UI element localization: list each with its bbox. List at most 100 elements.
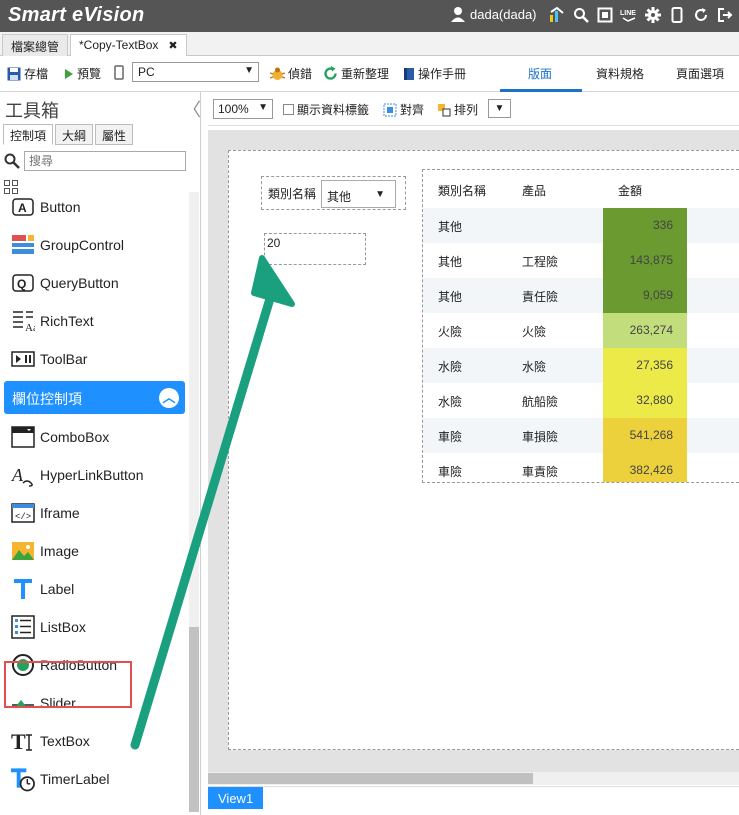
tool-textbox[interactable]: T TextBox	[10, 728, 90, 754]
tool-listbox[interactable]: ListBox	[10, 614, 86, 640]
mobile-icon[interactable]	[668, 5, 686, 25]
chart-icon[interactable]	[548, 5, 566, 25]
search-input[interactable]	[24, 151, 186, 171]
refresh-icon[interactable]	[692, 5, 710, 25]
search-icon[interactable]	[572, 5, 590, 25]
manual-label: 操作手冊	[418, 67, 467, 81]
tab-data-spec[interactable]: 資料規格	[596, 65, 644, 82]
arrange-button[interactable]: 排列	[437, 101, 478, 118]
tab-copy-textbox[interactable]: *Copy-TextBox ✖	[70, 34, 187, 56]
tool-toolbar[interactable]: ToolBar	[10, 346, 87, 372]
caret-down-icon: ▼	[258, 102, 268, 113]
align-button[interactable]: 對齊	[383, 101, 424, 118]
svg-text:Q: Q	[17, 277, 26, 291]
show-labels-label: 顯示資料標籤	[297, 103, 370, 117]
category-cell: 其他	[438, 220, 463, 234]
tool-label: Iframe	[40, 505, 80, 521]
tab-properties[interactable]: 屬性	[95, 124, 134, 145]
zoom-select[interactable]: 100% ▼	[213, 99, 273, 119]
tab-label: *Copy-TextBox	[79, 38, 159, 52]
amount-cell: 336	[603, 208, 687, 243]
reload-button[interactable]: 重新整理	[323, 65, 389, 82]
tool-rich-text[interactable]: Aa RichText	[10, 308, 94, 334]
svg-text:T: T	[11, 729, 26, 753]
tab-layout[interactable]: 版面	[528, 65, 552, 82]
show-labels-toggle[interactable]: 顯示資料標籤	[283, 101, 369, 118]
chevron-up-icon[interactable]: ︿	[159, 388, 179, 408]
tool-group-control[interactable]: GroupControl	[10, 232, 124, 258]
caret-down-icon: ▼	[244, 65, 254, 76]
manual-button[interactable]: 操作手冊	[403, 65, 466, 82]
button-icon: A	[10, 195, 35, 220]
reload-label: 重新整理	[341, 67, 390, 81]
table-row: 其他 責任險 9,059	[423, 278, 739, 313]
listbox-icon	[10, 615, 35, 640]
debug-button[interactable]: 偵錯	[270, 65, 312, 82]
combo-value: 其他	[327, 190, 352, 204]
tool-label: GroupControl	[40, 237, 125, 253]
tool-label: Label	[40, 581, 75, 597]
device-select[interactable]: PC ▼	[132, 62, 259, 82]
fullscreen-icon[interactable]	[596, 5, 614, 25]
svg-text:A: A	[11, 465, 24, 485]
user-menu[interactable]: dada(dada)	[450, 6, 537, 22]
toolbox-scrollbar-thumb[interactable]	[189, 627, 199, 812]
zoom-value: 100%	[218, 102, 249, 116]
amount-cell: 382,426	[603, 453, 687, 482]
combobox-icon	[10, 425, 35, 450]
arrange-label: 排列	[454, 103, 479, 117]
textbox-widget[interactable]: 20	[264, 233, 366, 265]
product-cell: 車責險	[522, 465, 559, 479]
title-bar: Smart eVision dada(dada) LINE	[0, 0, 739, 32]
line-icon[interactable]: LINE	[620, 5, 638, 25]
tool-hyperlink-button[interactable]: A HyperLinkButton	[10, 462, 144, 488]
gear-icon[interactable]	[644, 5, 662, 25]
data-table-widget[interactable]: 類別名稱 產品 金額 其他 336 其他 工程險 143,875 其他 責任險 9,059 火險…	[422, 169, 739, 483]
image-icon	[10, 539, 35, 564]
arrange-dropdown[interactable]: ▼	[488, 99, 511, 118]
product-cell: 航船險	[522, 395, 559, 409]
checkbox[interactable]	[283, 104, 294, 115]
combo-label: 類別名稱	[268, 187, 317, 201]
table-row: 其他 工程險 143,875	[423, 243, 739, 278]
timer-label-highlight	[4, 661, 132, 708]
amount-cell: 27,356	[603, 348, 687, 383]
product-cell: 車損險	[522, 430, 559, 444]
canvas-toolbar: 100% ▼ 顯示資料標籤 對齊 排列 ▼	[208, 92, 739, 126]
save-button[interactable]: 存檔	[7, 65, 48, 82]
toolbox-title: 工具箱	[5, 101, 59, 121]
amount-cell: 541,268	[603, 418, 687, 453]
play-icon	[65, 68, 73, 79]
user-name: dada(dada)	[470, 6, 537, 22]
column-header: 產品	[522, 184, 547, 198]
rich-text-icon: Aa	[10, 309, 35, 334]
tool-button[interactable]: A Button	[10, 194, 80, 220]
tool-label: RichText	[40, 313, 94, 329]
tool-combobox[interactable]: ComboBox	[10, 424, 109, 450]
mobile-device-icon[interactable]	[114, 65, 124, 80]
category-cell: 火險	[438, 325, 463, 339]
logout-icon[interactable]	[716, 5, 734, 25]
combo-select[interactable]: 其他 ▼	[321, 180, 396, 208]
tab-file-explorer[interactable]: 檔案總管	[2, 34, 69, 56]
tab-view1[interactable]: View1	[208, 787, 263, 809]
tab-outline[interactable]: 大綱	[55, 124, 94, 145]
table-row: 水險 水險 27,356	[423, 348, 739, 383]
tab-page-options[interactable]: 頁面選項	[676, 65, 724, 82]
horizontal-scrollbar-thumb[interactable]	[208, 773, 533, 784]
collapse-icon[interactable]: 〈	[183, 96, 201, 122]
tool-timer-label[interactable]: TimerLabel	[10, 766, 110, 792]
tool-iframe[interactable]: </> Iframe	[10, 500, 80, 526]
app-brand: Smart eVision	[8, 4, 145, 26]
device-value: PC	[138, 65, 155, 79]
tool-label-control[interactable]: Label	[10, 576, 74, 602]
tool-image[interactable]: Image	[10, 538, 79, 564]
close-icon[interactable]: ✖	[168, 40, 177, 52]
combobox-widget[interactable]: 類別名稱 其他 ▼	[261, 176, 406, 210]
field-controls-section[interactable]: 欄位控制項 ︿	[4, 381, 185, 414]
preview-button[interactable]: 預覽	[64, 65, 101, 82]
align-label: 對齊	[400, 103, 425, 117]
tool-query-button[interactable]: Q QueryButton	[10, 270, 119, 296]
tab-controls[interactable]: 控制項	[3, 124, 54, 145]
main-toolbar: 存檔 預覽 PC ▼ 偵錯 重新整理 操作手冊 版面 資料規格 頁面選項	[0, 56, 739, 92]
